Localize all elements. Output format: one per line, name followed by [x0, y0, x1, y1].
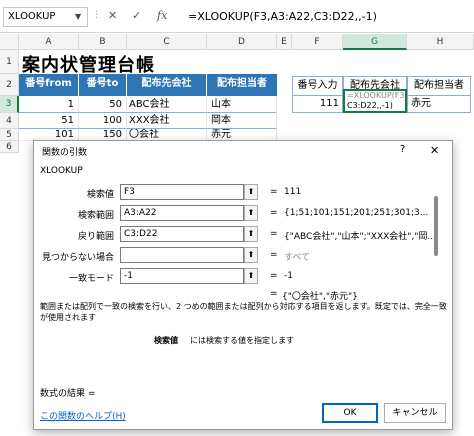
formula-result-label: 数式の結果 =: [40, 389, 96, 399]
table-cell[interactable]: 山本: [207, 96, 277, 113]
dialog-title: 関数の引数: [42, 148, 88, 158]
fx-icon[interactable]: fx: [157, 9, 167, 22]
table-cell[interactable]: 100: [79, 113, 127, 129]
formula-bar: XLOOKUP ▼ ⋮ ✕ ✓ fx =XLOOKUP(F3,A3:A22,C3…: [0, 0, 474, 33]
table-cell[interactable]: 50: [79, 96, 127, 113]
column-header-b[interactable]: B: [79, 34, 127, 50]
range-select-icon[interactable]: ⬆: [244, 226, 258, 242]
more-dots-icon: ⋮: [92, 10, 101, 20]
column-header-e[interactable]: E: [277, 34, 292, 50]
arg-help-name: 検索値: [154, 336, 178, 345]
formula-input[interactable]: =XLOOKUP(F3,A3:A22,C3:D22,,-1): [188, 8, 377, 26]
row-header-5[interactable]: 5: [0, 129, 19, 141]
arg-label-return-array: 戻り範囲: [77, 232, 114, 242]
table-cell[interactable]: XXX会社: [127, 113, 207, 129]
lookup-result-cell[interactable]: 赤元: [407, 96, 471, 113]
row-header-6[interactable]: 6: [0, 141, 19, 153]
arg-help-text: には検索する値を指定します: [190, 336, 294, 345]
cancel-button[interactable]: キャンセル: [384, 403, 446, 423]
help-icon[interactable]: ?: [400, 144, 405, 155]
table-header[interactable]: 番号to: [79, 74, 127, 96]
editing-formula: C3:D22,,-1): [347, 101, 393, 110]
lookup-header-input[interactable]: 番号入力: [292, 76, 343, 96]
column-header-c[interactable]: C: [127, 34, 207, 50]
table-cell[interactable]: ABC会社: [127, 96, 207, 113]
arg-input-lookup-array[interactable]: A3:A22: [120, 205, 244, 221]
select-all-corner[interactable]: [0, 34, 19, 50]
close-icon[interactable]: ✕: [430, 144, 439, 157]
function-arguments-dialog: 関数の引数 ? ✕ XLOOKUP 検索値 F3 ⬆ = 111 検索範囲 A3…: [33, 140, 453, 430]
row-header-4[interactable]: 4: [0, 113, 19, 129]
column-header-d[interactable]: D: [207, 34, 277, 50]
lookup-header-person[interactable]: 配布担当者: [407, 76, 471, 96]
range-select-icon[interactable]: ⬆: [244, 184, 258, 200]
arg-result-match-mode: -1: [284, 271, 293, 281]
function-description: 範囲または配列で一致の検索を行い、2 つめの範囲または配列から対応する項目を返し…: [40, 302, 447, 322]
chevron-down-icon[interactable]: ▼: [75, 12, 81, 21]
equals-sign: =: [270, 208, 278, 218]
table-cell[interactable]: 51: [19, 113, 79, 129]
row-header-3[interactable]: 3: [0, 96, 19, 113]
arg-result-lookup-array: {1;51;101;151;201;251;301;3...: [284, 208, 429, 218]
equals-sign: =: [270, 271, 278, 281]
arg-result-return-array: {"ABC会社","山本";"XXX会社","岡...: [284, 232, 436, 242]
row-header-1[interactable]: 1: [0, 50, 19, 74]
column-header-a[interactable]: A: [19, 34, 79, 50]
equals-sign: =: [270, 229, 278, 239]
table-header[interactable]: 配布先会社: [127, 74, 207, 96]
enter-icon[interactable]: ✓: [132, 9, 141, 22]
table-cell[interactable]: 岡本: [207, 113, 277, 129]
column-header-h[interactable]: H: [407, 34, 474, 50]
equals-sign: =: [270, 250, 278, 260]
equals-sign: =: [270, 187, 278, 197]
arg-label-lookup-array: 検索範囲: [77, 211, 114, 221]
column-header-g[interactable]: G: [343, 34, 407, 50]
table-header[interactable]: 番号from: [19, 74, 79, 96]
table-header[interactable]: 配布担当者: [207, 74, 277, 96]
cancel-icon[interactable]: ✕: [108, 9, 117, 22]
arg-input-return-array[interactable]: C3:D22: [120, 226, 244, 242]
ok-button[interactable]: OK: [322, 403, 378, 423]
arg-input-match-mode[interactable]: -1: [120, 268, 244, 284]
active-cell-g3[interactable]: =XLOOKUP(F3,A3:A22, C3:D22,,-1): [343, 89, 407, 113]
equals-sign: =: [270, 289, 278, 299]
range-select-icon[interactable]: ⬆: [244, 268, 258, 284]
arg-input-lookup-value[interactable]: F3: [120, 184, 244, 200]
arg-label-lookup-value: 検索値: [86, 190, 114, 200]
arg-label-match-mode: 一致モード: [68, 274, 114, 284]
row-header-2[interactable]: 2: [0, 74, 19, 96]
editing-formula-top: =XLOOKUP(F3,A3:A22,: [347, 91, 407, 100]
arg-label-if-not-found: 見つからない場合: [41, 253, 114, 263]
function-name: XLOOKUP: [40, 166, 83, 176]
scrollbar-thumb[interactable]: [434, 196, 438, 256]
arg-result-lookup-value: 111: [284, 187, 302, 197]
arg-result-if-not-found: すべて: [284, 253, 311, 263]
range-select-icon[interactable]: ⬆: [244, 205, 258, 221]
range-select-icon[interactable]: ⬆: [244, 247, 258, 263]
column-header-f[interactable]: F: [292, 34, 343, 50]
lookup-input-cell[interactable]: 111: [292, 96, 343, 113]
function-help-link[interactable]: この関数のヘルプ(H): [40, 409, 126, 422]
table-cell[interactable]: 1: [19, 96, 79, 113]
arg-input-if-not-found[interactable]: [120, 247, 244, 263]
